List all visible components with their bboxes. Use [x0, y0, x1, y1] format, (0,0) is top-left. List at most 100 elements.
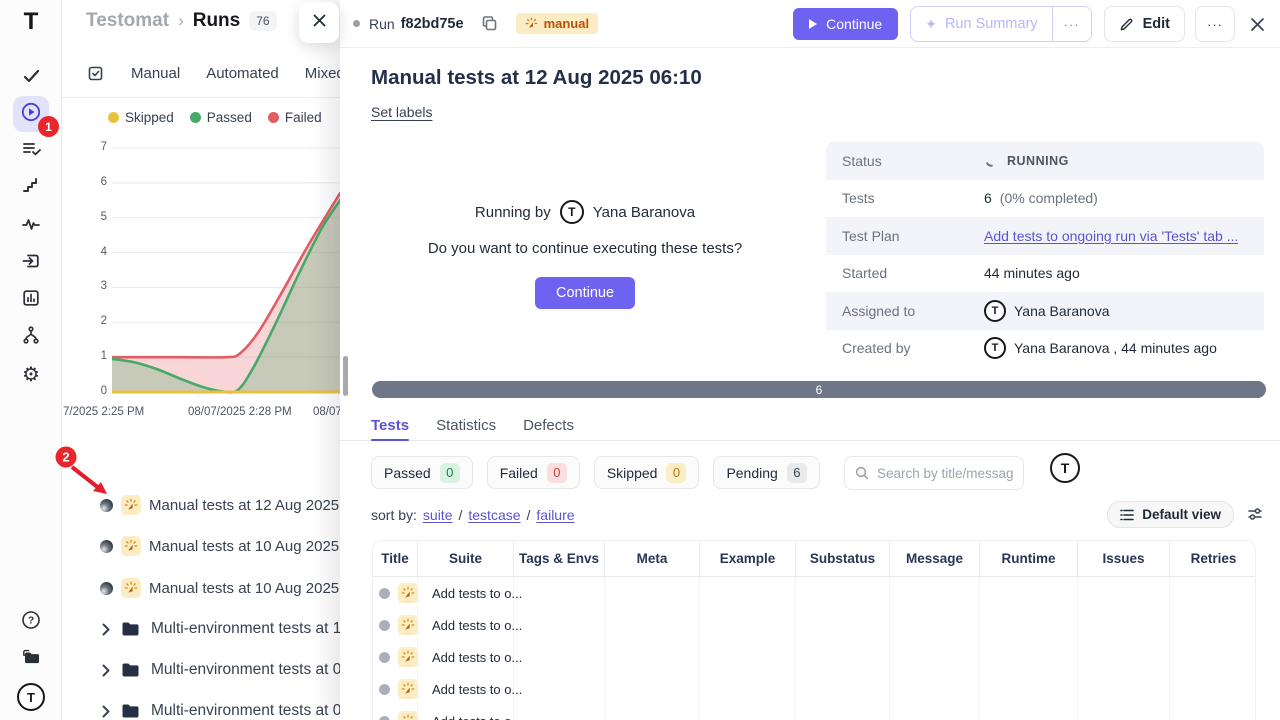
- table-cell: [604, 641, 699, 673]
- sort-by-failure-link[interactable]: failure: [536, 507, 574, 523]
- test-plan-link[interactable]: Add tests to ongoing run via 'Tests' tab…: [984, 228, 1238, 244]
- column-header-example[interactable]: Example: [699, 541, 795, 576]
- tab-mixed[interactable]: Mixed: [305, 65, 340, 82]
- test-title[interactable]: Add tests to o...: [432, 650, 522, 665]
- column-header-suite[interactable]: Suite: [417, 541, 513, 576]
- sidebar-item-milestones[interactable]: [0, 174, 62, 202]
- column-settings-button[interactable]: [1247, 506, 1263, 522]
- legend-skipped: Skipped: [108, 110, 174, 125]
- continue-run-label: Continue: [826, 16, 882, 32]
- sidebar-item-help[interactable]: ?: [0, 608, 62, 636]
- popover-close-button[interactable]: [299, 2, 339, 43]
- runs-panel-scrollbar[interactable]: [343, 356, 348, 396]
- table-cell: [604, 705, 699, 720]
- table-row[interactable]: Add tests to o...: [373, 609, 1255, 641]
- test-title[interactable]: Add tests to o...: [432, 714, 522, 720]
- run-list-item[interactable]: Manual tests at 10 Aug 2025: [100, 533, 340, 559]
- chart-x-axis: 7/2025 2:25 PM 08/07/2025 2:28 PM 08/07: [62, 406, 340, 422]
- run-list-item[interactable]: Manual tests at 12 Aug 2025: [100, 492, 340, 518]
- table-cell: [889, 641, 979, 673]
- search-icon: [855, 466, 869, 480]
- column-header-message[interactable]: Message: [889, 541, 979, 576]
- column-header-runtime[interactable]: Runtime: [979, 541, 1077, 576]
- column-header-retries[interactable]: Retries: [1169, 541, 1256, 576]
- sidebar-item-test-plans[interactable]: [0, 137, 62, 165]
- table-row[interactable]: Add tests to o...: [373, 577, 1255, 609]
- chevron-right-icon[interactable]: [102, 623, 110, 636]
- tab-automated[interactable]: Automated: [206, 65, 279, 82]
- filter-label: Pending: [726, 465, 777, 481]
- sidebar-item-import[interactable]: [0, 249, 62, 277]
- breadcrumb-app[interactable]: Testomat: [86, 10, 169, 32]
- table-cell: [1077, 577, 1169, 609]
- status-filters: Passed 0 Failed 0 Skipped 0 Pending 6: [371, 456, 820, 489]
- drawer-close-button[interactable]: [1249, 16, 1266, 33]
- tab-defects[interactable]: Defects: [523, 410, 574, 440]
- filter-label: Skipped: [607, 465, 658, 481]
- sort-by-testcase-link[interactable]: testcase: [468, 507, 520, 523]
- run-summary-more-button[interactable]: ···: [1052, 7, 1091, 41]
- table-row[interactable]: Add tests to o...: [373, 705, 1255, 720]
- chevron-right-icon[interactable]: [102, 664, 110, 677]
- column-header-title[interactable]: Title: [373, 541, 417, 576]
- sidebar-item-reports[interactable]: [0, 286, 62, 314]
- test-title[interactable]: Add tests to o...: [432, 586, 522, 601]
- tab-statistics[interactable]: Statistics: [436, 410, 496, 440]
- sidebar-item-tests[interactable]: [0, 64, 62, 92]
- table-cell: [1169, 609, 1256, 641]
- info-row-started: Started 44 minutes ago: [826, 255, 1264, 293]
- continue-tests-button[interactable]: Continue: [535, 277, 635, 309]
- more-actions-button[interactable]: ···: [1195, 6, 1235, 42]
- sidebar-item-account[interactable]: T: [0, 683, 62, 711]
- sidebar-item-pulse[interactable]: [0, 212, 62, 240]
- info-label: Status: [826, 153, 984, 169]
- sidebar-item-settings[interactable]: ⚙: [0, 361, 62, 389]
- filter-passed-button[interactable]: Passed 0: [371, 456, 473, 489]
- manual-run-icon: [121, 495, 141, 515]
- copy-run-id-button[interactable]: [481, 15, 498, 32]
- continue-run-button[interactable]: Continue: [793, 8, 898, 40]
- run-group-item[interactable]: Multi-environment tests at 1: [102, 616, 340, 642]
- run-summary-button[interactable]: ✦ Run Summary: [911, 7, 1051, 41]
- run-detail-drawer: Run f82bd75e manual Continue ✦ Run Summa…: [340, 0, 1280, 720]
- search-input[interactable]: [877, 466, 1013, 481]
- filter-failed-button[interactable]: Failed 0: [487, 456, 580, 489]
- filter-pending-button[interactable]: Pending 6: [713, 456, 819, 489]
- manual-run-icon: [121, 536, 141, 556]
- table-row[interactable]: Add tests to o...: [373, 673, 1255, 705]
- breadcrumb-separator: ›: [178, 11, 184, 31]
- list-view-icon: [1120, 509, 1134, 521]
- filter-label: Failed: [500, 465, 538, 481]
- tutorial-step-2-pointer: 2: [52, 444, 122, 504]
- running-by-label: Running by: [475, 204, 551, 221]
- select-all-icon[interactable]: [86, 64, 105, 83]
- column-header-issues[interactable]: Issues: [1077, 541, 1169, 576]
- assignee-filter-avatar[interactable]: T: [1050, 453, 1080, 483]
- table-cell: [795, 577, 889, 609]
- tab-tests[interactable]: Tests: [371, 410, 409, 440]
- column-header-meta[interactable]: Meta: [604, 541, 699, 576]
- testomat-logo-icon[interactable]: T: [0, 8, 62, 36]
- tab-manual[interactable]: Manual: [131, 65, 180, 82]
- run-list-item[interactable]: Manual tests at 10 Aug 2025: [100, 575, 340, 601]
- view-selector-button[interactable]: Default view: [1107, 501, 1234, 528]
- x-tick-0: 7/2025 2:25 PM: [63, 406, 144, 418]
- table-row[interactable]: Add tests to o...: [373, 641, 1255, 673]
- test-title[interactable]: Add tests to o...: [432, 618, 522, 633]
- status-value: RUNNING: [1007, 154, 1069, 168]
- bar-chart-icon: [21, 288, 41, 313]
- edit-run-button[interactable]: Edit: [1104, 6, 1185, 42]
- view-selector-label: Default view: [1142, 507, 1221, 522]
- sort-by-suite-link[interactable]: suite: [423, 507, 453, 523]
- run-group-item[interactable]: Multi-environment tests at 0: [102, 657, 340, 683]
- sidebar-item-docs[interactable]: [0, 646, 62, 674]
- test-title[interactable]: Add tests to o...: [432, 682, 522, 697]
- chevron-right-icon[interactable]: [102, 705, 110, 718]
- column-header-tags[interactable]: Tags & Envs: [513, 541, 604, 576]
- filter-skipped-button[interactable]: Skipped 0: [594, 456, 700, 489]
- column-header-substatus[interactable]: Substatus: [795, 541, 889, 576]
- set-labels-link[interactable]: Set labels: [371, 104, 432, 120]
- run-group-item[interactable]: Multi-environment tests at 0: [102, 698, 340, 720]
- sidebar-item-branches[interactable]: [0, 323, 62, 351]
- table-cell: [699, 705, 795, 720]
